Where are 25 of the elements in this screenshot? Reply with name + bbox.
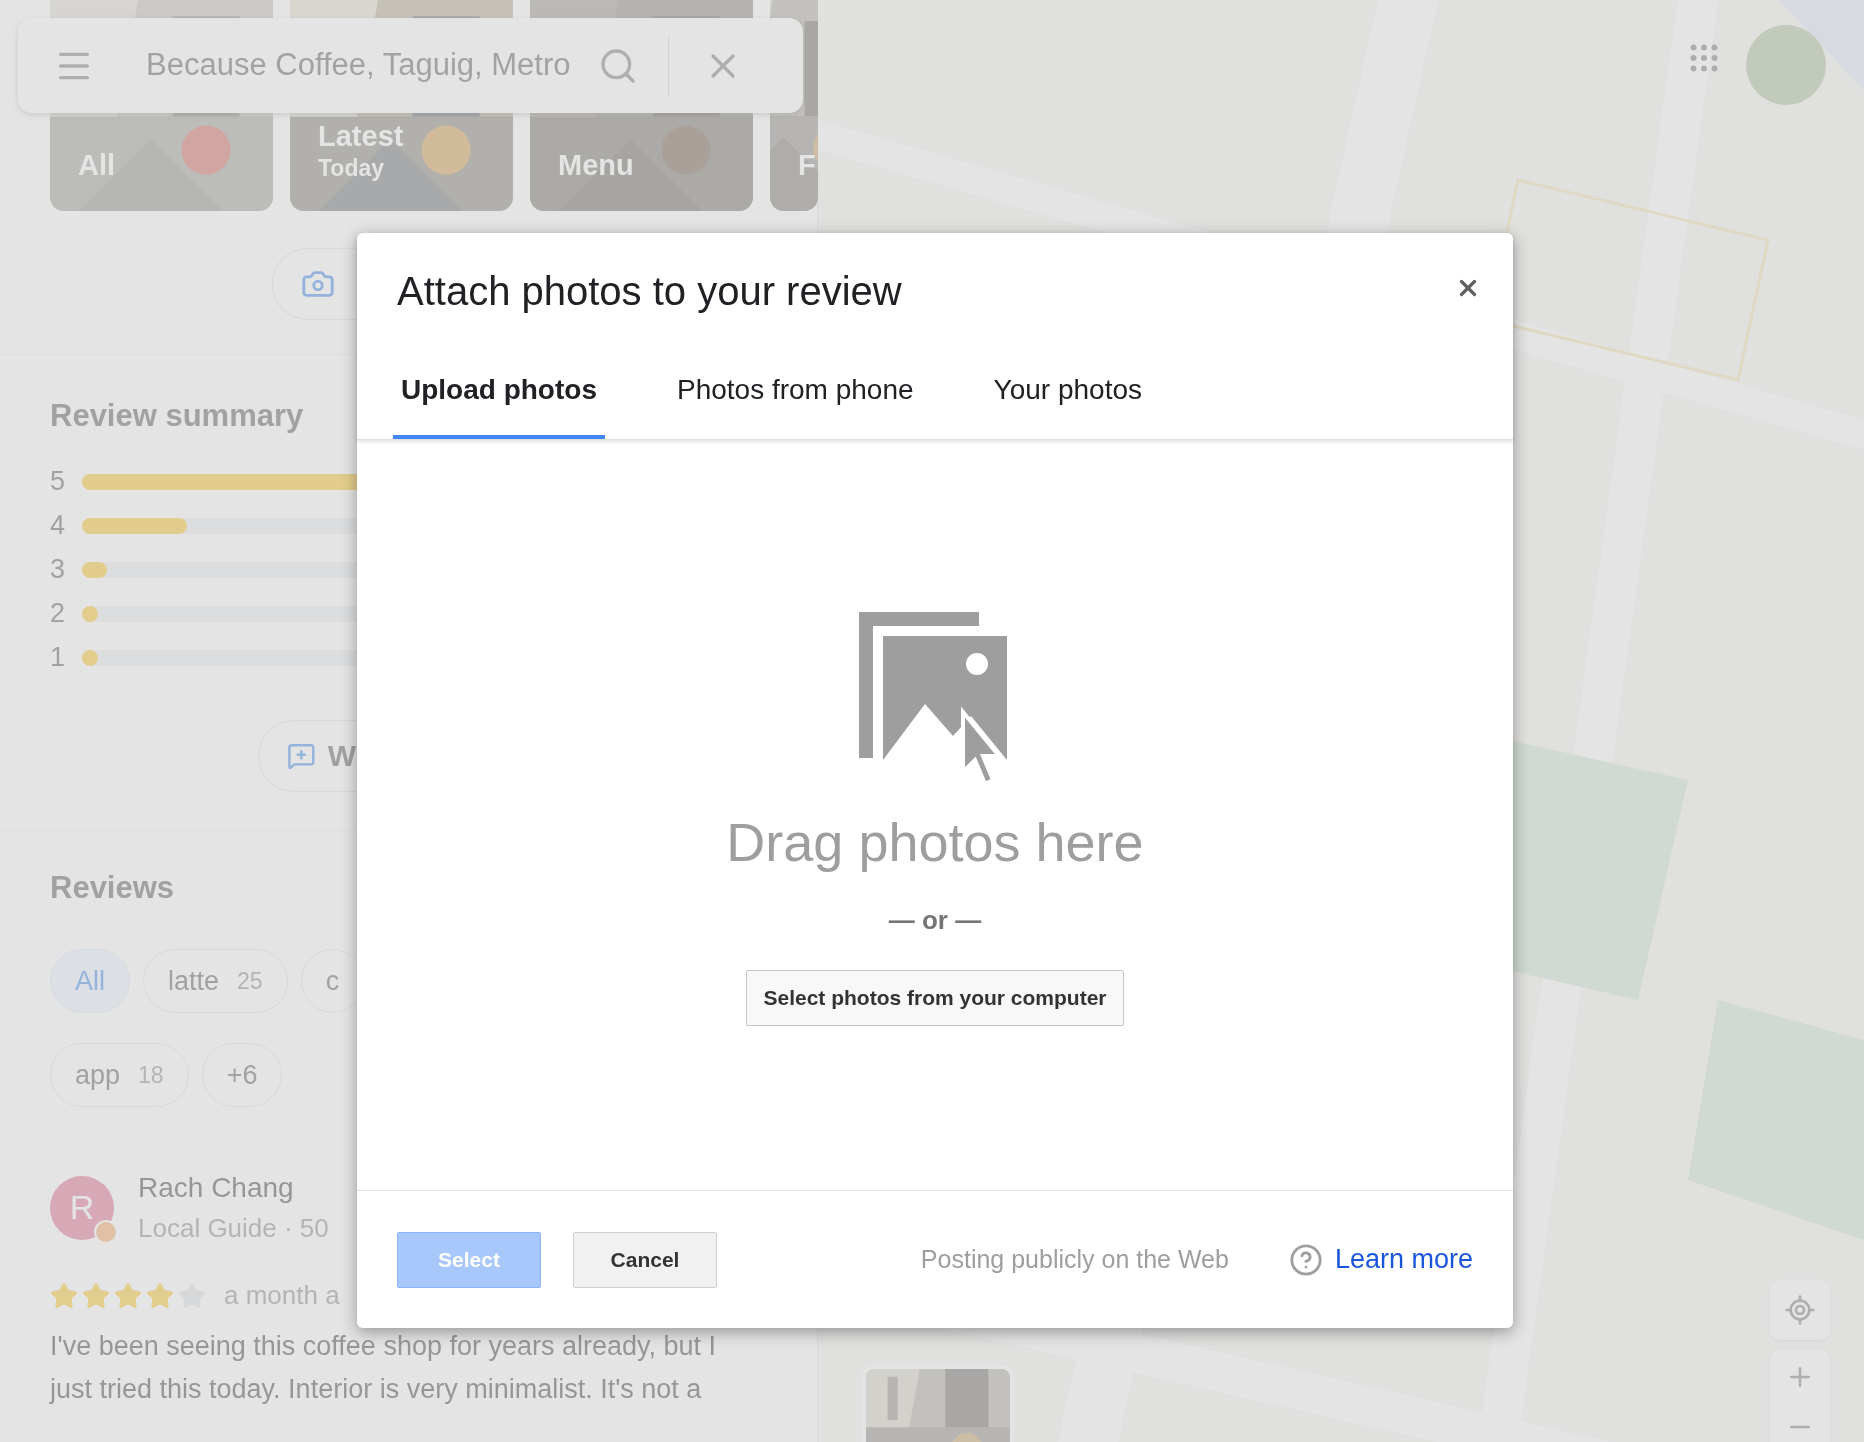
section-title: Reviews: [50, 868, 175, 907]
search-field[interactable]: Because Coffee, Taguig, Metro: [18, 18, 803, 113]
rating-label: 2: [50, 597, 67, 631]
rating-label: 4: [50, 509, 67, 543]
reviewer-avatar: R: [50, 1175, 114, 1240]
rating-label: 1: [50, 641, 67, 675]
star-icon: [146, 1281, 174, 1310]
tile-sublabel: Today: [318, 154, 386, 183]
star-icon: [50, 1281, 78, 1310]
rating-label: 5: [50, 465, 67, 499]
tile-label: Latest: [318, 119, 405, 154]
section-title: Review summary: [50, 397, 304, 435]
review-text: I've been seeing this coffee shop for years already, but I: [50, 1330, 718, 1363]
tile-label: Menu: [558, 147, 635, 183]
dialog-title: Attach photos to your review: [397, 268, 902, 315]
review-text: just tried this today. Interior is very minimalist. It's not a: [50, 1373, 703, 1406]
filter-chip[interactable]: All: [50, 949, 130, 1013]
star-icon: [82, 1281, 110, 1310]
tab[interactable]: Upload photos: [393, 359, 605, 439]
cancel-button[interactable]: Cancel: [573, 1231, 717, 1288]
search-input[interactable]: Because Coffee, Taguig, Metro: [146, 42, 586, 89]
star-icon: [114, 1281, 142, 1310]
reviewer-name: Rach Chang: [138, 1171, 295, 1205]
local-guide-badge: [94, 1219, 118, 1244]
rating-label: 3: [50, 553, 67, 587]
